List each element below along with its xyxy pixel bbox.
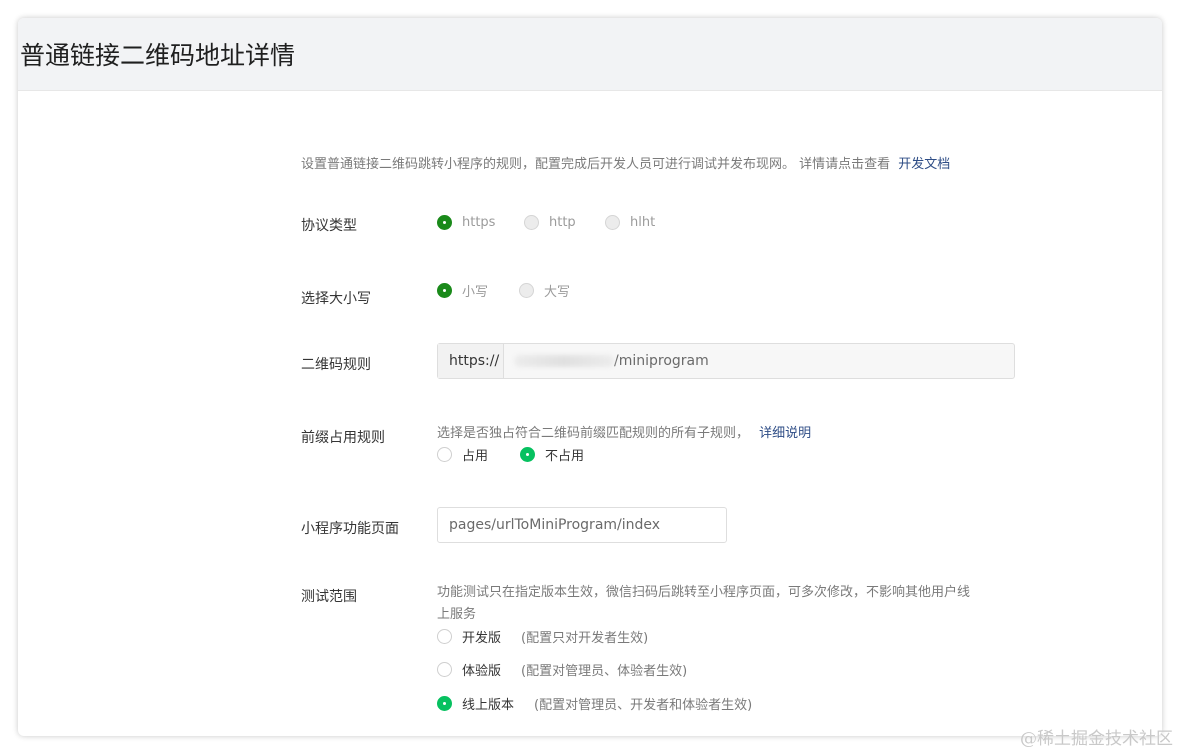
- radio-checked-icon: [437, 696, 452, 711]
- case-option-label: 小写: [462, 285, 489, 300]
- scope-option-trial[interactable]: 体验版 (配置对管理员、体验者生效): [437, 660, 687, 679]
- intro-text: 设置普通链接二维码跳转小程序的规则，配置完成后开发人员可进行调试并发布现网。 详…: [301, 157, 891, 172]
- prefix-option-not-occupy[interactable]: 不占用: [520, 445, 584, 464]
- test-scope-label: 测试范围: [301, 589, 357, 605]
- radio-unchecked-icon: [519, 283, 534, 298]
- scope-option-label: 体验版: [462, 664, 502, 679]
- prefix-rule-description: 选择是否独占符合二维码前缀匹配规则的所有子规则， 详细说明: [437, 422, 811, 441]
- prefix-option-label: 占用: [462, 449, 489, 464]
- qr-rule-label: 二维码规则: [301, 357, 371, 373]
- case-option-lower[interactable]: 小写: [437, 281, 488, 300]
- case-label: 选择大小写: [301, 291, 371, 307]
- radio-unchecked-icon: [437, 447, 452, 462]
- test-scope-desc-line2: 上服务: [437, 607, 477, 622]
- protocol-option-http[interactable]: http: [524, 215, 576, 230]
- dev-docs-link[interactable]: 开发文档: [898, 157, 950, 172]
- page-path-input[interactable]: pages/urlToMiniProgram/index: [437, 507, 727, 543]
- prefix-option-occupy[interactable]: 占用: [437, 445, 488, 464]
- blurred-domain: [514, 355, 614, 367]
- scope-option-note: (配置对管理员、开发者和体验者生效): [534, 698, 753, 713]
- protocol-option-label: hlht: [630, 215, 656, 230]
- scope-option-online[interactable]: 线上版本 (配置对管理员、开发者和体验者生效): [437, 694, 752, 713]
- radio-unchecked-icon: [437, 629, 452, 644]
- radio-unchecked-icon: [524, 215, 539, 230]
- details-link[interactable]: 详细说明: [759, 426, 811, 441]
- scope-option-label: 开发版: [462, 631, 502, 646]
- prefix-option-label: 不占用: [545, 449, 585, 464]
- radio-unchecked-icon: [605, 215, 620, 230]
- scope-option-label: 线上版本: [462, 698, 515, 713]
- case-option-label: 大写: [544, 285, 571, 300]
- radio-checked-icon: [520, 447, 535, 462]
- scope-option-note: (配置对管理员、体验者生效): [521, 664, 688, 679]
- radio-unchecked-icon: [437, 662, 452, 677]
- qr-rule-input[interactable]: https:// /miniprogram: [437, 343, 1015, 379]
- detail-card: 普通链接二维码地址详情 设置普通链接二维码跳转小程序的规则，配置完成后开发人员可…: [18, 18, 1162, 736]
- case-option-upper[interactable]: 大写: [519, 281, 570, 300]
- protocol-label: 协议类型: [301, 218, 357, 234]
- page-path-label: 小程序功能页面: [301, 521, 399, 537]
- protocol-option-label: http: [549, 215, 576, 230]
- qr-rule-value: /miniprogram: [614, 353, 709, 369]
- qr-rule-prefix: https://: [438, 344, 504, 378]
- prefix-rule-label: 前缀占用规则: [301, 430, 385, 446]
- radio-checked-icon: [437, 283, 452, 298]
- radio-checked-icon: [437, 215, 452, 230]
- test-scope-desc-line1: 功能测试只在指定版本生效，微信扫码后跳转至小程序页面，可多次修改，不影响其他用户…: [437, 585, 971, 600]
- page-path-value: pages/urlToMiniProgram/index: [449, 517, 661, 533]
- scope-option-note: (配置只对开发者生效): [521, 631, 649, 646]
- protocol-option-label: https: [462, 215, 496, 230]
- protocol-option-https[interactable]: https: [437, 215, 495, 230]
- page-title: 普通链接二维码地址详情: [20, 41, 296, 70]
- scope-option-dev[interactable]: 开发版 (配置只对开发者生效): [437, 627, 648, 646]
- prefix-rule-desc-text: 选择是否独占符合二维码前缀匹配规则的所有子规则，: [437, 426, 750, 441]
- watermark: @稀土掘金技术社区: [1020, 729, 1173, 749]
- intro-description: 设置普通链接二维码跳转小程序的规则，配置完成后开发人员可进行调试并发布现网。 详…: [301, 153, 950, 172]
- card-header: 普通链接二维码地址详情: [18, 18, 1162, 91]
- protocol-option-hlht[interactable]: hlht: [605, 215, 655, 230]
